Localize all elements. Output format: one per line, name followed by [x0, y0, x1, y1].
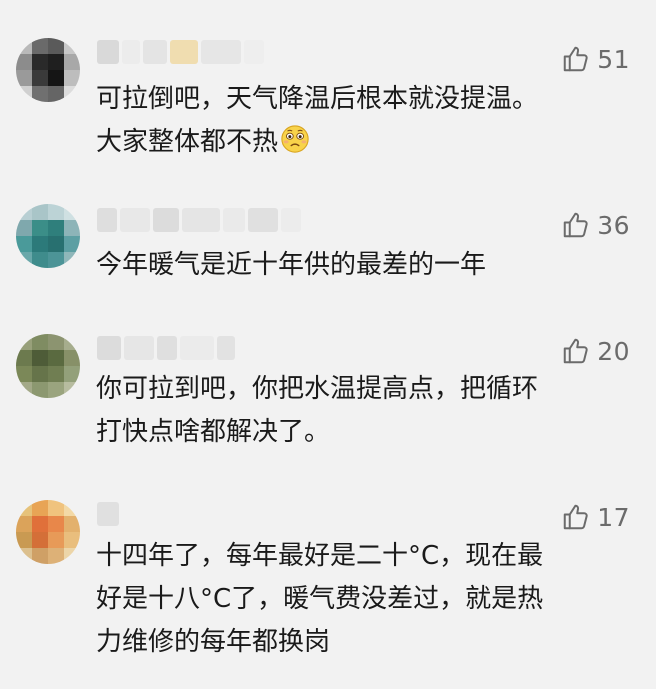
- comment-line: 十四年了，每年最好是二十°C，现在最: [96, 541, 544, 571]
- like-count: 36: [597, 210, 630, 240]
- username-blurred[interactable]: [97, 206, 301, 234]
- woozy-face-icon: [281, 125, 309, 153]
- like-button[interactable]: 36: [561, 208, 630, 242]
- like-count: 20: [597, 336, 630, 366]
- comment-line: 力维修的每年都换岗: [96, 627, 331, 657]
- like-button[interactable]: 17: [561, 500, 630, 534]
- like-button[interactable]: 20: [561, 334, 630, 368]
- thumbs-up-icon: [563, 338, 588, 364]
- like-count: 51: [597, 44, 630, 74]
- comment-line: 大家整体都不热: [96, 127, 279, 157]
- comment-line: 可拉倒吧，天气降温后根本就没提温。: [96, 84, 539, 114]
- avatar[interactable]: [16, 38, 80, 102]
- like-count: 17: [597, 502, 630, 532]
- comment-text: 你可拉到吧，你把水温提高点，把循环 打快点啥都解决了。: [96, 368, 636, 454]
- comment-list: { "comments": [ { "likes": "51", "lines"…: [0, 0, 656, 689]
- comment-line: 今年暖气是近十年供的最差的一年: [96, 250, 487, 280]
- comment-line: 你可拉到吧，你把水温提高点，把循环: [96, 374, 539, 404]
- avatar[interactable]: [16, 204, 80, 268]
- username-blurred[interactable]: [97, 500, 119, 528]
- comment-line: 好是十八°C了，暖气费没差过，就是热: [96, 584, 544, 614]
- username-blurred[interactable]: [97, 38, 264, 66]
- comment-text: 今年暖气是近十年供的最差的一年: [96, 244, 636, 287]
- avatar[interactable]: [16, 334, 80, 398]
- thumbs-up-icon: [563, 212, 588, 238]
- thumbs-up-icon: [563, 504, 588, 530]
- thumbs-up-icon: [563, 46, 588, 72]
- comment-text: 可拉倒吧，天气降温后根本就没提温。 大家整体都不热: [96, 78, 636, 164]
- avatar[interactable]: [16, 500, 80, 564]
- like-button[interactable]: 51: [561, 42, 630, 76]
- username-blurred[interactable]: [97, 334, 235, 362]
- comment-line: 打快点啥都解决了。: [96, 417, 331, 447]
- comment-text: 十四年了，每年最好是二十°C，现在最 好是十八°C了，暖气费没差过，就是热 力维…: [96, 535, 636, 664]
